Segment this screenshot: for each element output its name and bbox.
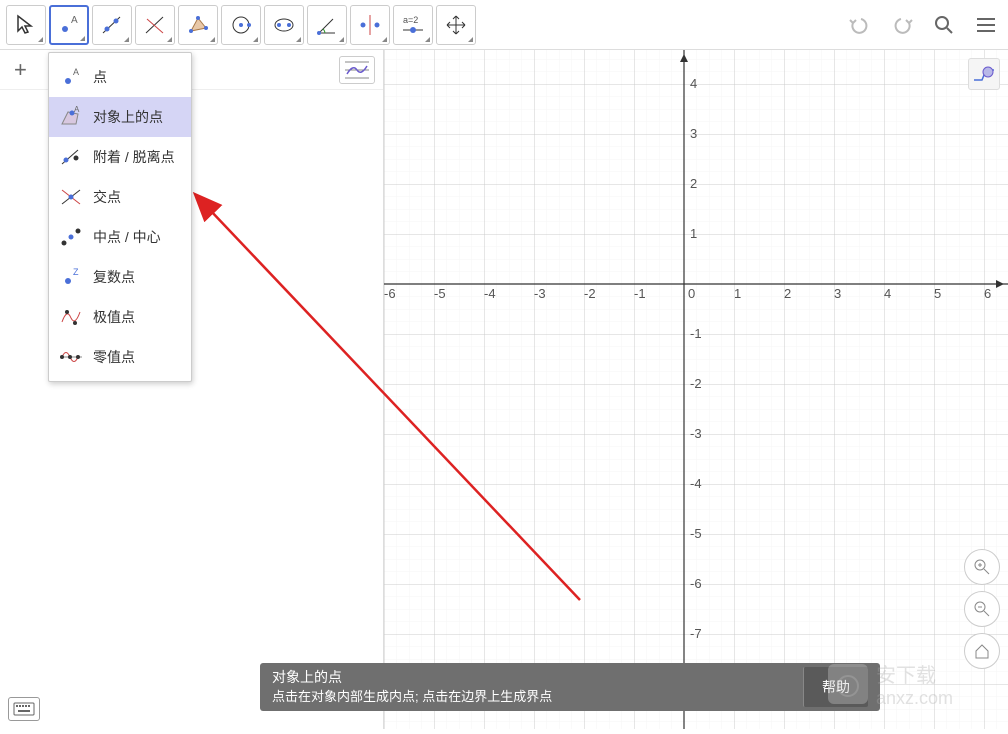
- tool-reflect[interactable]: [350, 5, 390, 45]
- zoom-out-button[interactable]: [964, 591, 1000, 627]
- menu-button[interactable]: [970, 9, 1002, 41]
- tool-ellipse[interactable]: [264, 5, 304, 45]
- y-tick: -3: [690, 426, 702, 441]
- zoom-controls: [964, 549, 1000, 669]
- extremum-icon: [59, 305, 83, 329]
- x-tick: -6: [384, 286, 396, 301]
- algebra-toggle[interactable]: [339, 56, 375, 84]
- point-on-object-icon: A: [59, 105, 83, 129]
- x-tick: -5: [434, 286, 446, 301]
- add-button[interactable]: +: [8, 57, 33, 83]
- watermark-text-cn: 安下载: [876, 664, 936, 687]
- x-tick: 6: [984, 286, 991, 301]
- x-tick: 3: [834, 286, 841, 301]
- x-tick: -4: [484, 286, 496, 301]
- undo-button[interactable]: [844, 9, 876, 41]
- x-tick: 2: [784, 286, 791, 301]
- right-tools: [844, 9, 1002, 41]
- tool-circle[interactable]: [221, 5, 261, 45]
- dropdown-item-roots[interactable]: 零值点: [49, 337, 191, 377]
- graphics-settings-button[interactable]: [968, 58, 1000, 90]
- y-tick: -7: [690, 626, 702, 641]
- tooltip-description: 点击在对象内部生成内点; 点击在边界上生成界点: [272, 688, 803, 706]
- x-tick: 0: [688, 286, 695, 301]
- y-tick: -6: [690, 576, 702, 591]
- tool-line[interactable]: [92, 5, 132, 45]
- tool-perpendicular[interactable]: [135, 5, 175, 45]
- dropdown-item-point-on-object[interactable]: A 对象上的点: [49, 97, 191, 137]
- x-tick: 1: [734, 286, 741, 301]
- zoom-in-button[interactable]: [964, 549, 1000, 585]
- point-tool-dropdown: A 点 A 对象上的点 附着 / 脱离点 交点 中点 / 中心 Z 复数点 极值…: [48, 52, 192, 382]
- svg-text:Z: Z: [73, 267, 79, 277]
- dropdown-label: 点: [93, 67, 107, 87]
- intersect-icon: [59, 185, 83, 209]
- main-toolbar: A a=2: [0, 0, 1008, 50]
- watermark: 安下载 anxz.com: [828, 654, 998, 719]
- keyboard-button[interactable]: [8, 697, 40, 721]
- dropdown-item-attach-detach[interactable]: 附着 / 脱离点: [49, 137, 191, 177]
- search-button[interactable]: [928, 9, 960, 41]
- tool-point[interactable]: A: [49, 5, 89, 45]
- y-tick: -1: [690, 326, 702, 341]
- dropdown-item-intersect[interactable]: 交点: [49, 177, 191, 217]
- point-icon: A: [59, 65, 83, 89]
- midpoint-icon: [59, 225, 83, 249]
- dropdown-item-complex[interactable]: Z 复数点: [49, 257, 191, 297]
- slider-label: a=2: [403, 15, 418, 25]
- tool-move-view[interactable]: [436, 5, 476, 45]
- graphics-view[interactable]: -6 -5 -4 -3 -2 -1 0 1 2 3 4 5 6 1 2 3 4 …: [384, 50, 1008, 729]
- dropdown-label: 交点: [93, 187, 121, 207]
- tool-tooltip: 对象上的点 点击在对象内部生成内点; 点击在边界上生成界点 帮助: [260, 663, 880, 711]
- dropdown-label: 附着 / 脱离点: [93, 147, 175, 167]
- dropdown-label: 极值点: [93, 307, 135, 327]
- dropdown-item-point[interactable]: A 点: [49, 57, 191, 97]
- complex-icon: Z: [59, 265, 83, 289]
- tool-move[interactable]: [6, 5, 46, 45]
- dropdown-label: 对象上的点: [93, 107, 163, 127]
- tool-group: A a=2: [6, 5, 476, 45]
- y-tick: 3: [690, 126, 697, 141]
- dropdown-item-midpoint[interactable]: 中点 / 中心: [49, 217, 191, 257]
- x-tick: 5: [934, 286, 941, 301]
- svg-text:A: A: [71, 15, 78, 26]
- roots-icon: [59, 345, 83, 369]
- tool-slider[interactable]: a=2: [393, 5, 433, 45]
- redo-button[interactable]: [886, 9, 918, 41]
- attach-detach-icon: [59, 145, 83, 169]
- dropdown-label: 中点 / 中心: [93, 227, 161, 247]
- dropdown-label: 复数点: [93, 267, 135, 287]
- y-tick: 1: [690, 226, 697, 241]
- coordinate-grid: -6 -5 -4 -3 -2 -1 0 1 2 3 4 5 6 1 2 3 4 …: [384, 50, 1008, 729]
- dropdown-label: 零值点: [93, 347, 135, 367]
- svg-text:A: A: [74, 106, 80, 114]
- x-tick: 4: [884, 286, 891, 301]
- x-tick: -1: [634, 286, 646, 301]
- y-tick: -2: [690, 376, 702, 391]
- tooltip-text: 对象上的点 点击在对象内部生成内点; 点击在边界上生成界点: [272, 668, 803, 706]
- watermark-text-en: anxz.com: [876, 688, 953, 708]
- y-tick: -5: [690, 526, 702, 541]
- y-tick: 4: [690, 76, 697, 91]
- dropdown-item-extremum[interactable]: 极值点: [49, 297, 191, 337]
- y-tick: -4: [690, 476, 702, 491]
- tool-angle[interactable]: [307, 5, 347, 45]
- tooltip-title: 对象上的点: [272, 668, 803, 688]
- tool-polygon[interactable]: [178, 5, 218, 45]
- x-tick: -3: [534, 286, 546, 301]
- y-tick: 2: [690, 176, 697, 191]
- svg-text:A: A: [73, 67, 79, 77]
- x-tick: -2: [584, 286, 596, 301]
